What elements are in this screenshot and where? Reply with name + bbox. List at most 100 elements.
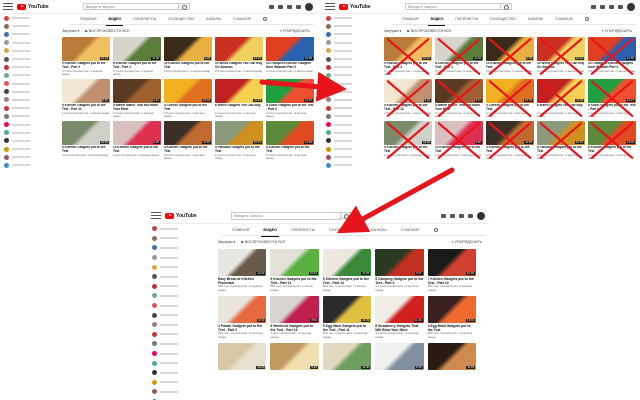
video-thumbnail[interactable]: 8:53 — [270, 296, 319, 323]
subscription-item[interactable] — [148, 358, 182, 368]
video-thumbnail[interactable]: 11:06 — [322, 249, 372, 276]
menu-icon[interactable] — [3, 3, 13, 10]
video-thumbnail[interactable]: 10:40 — [384, 121, 432, 146]
video-thumbnail[interactable]: 11:18 — [215, 79, 263, 104]
video-title[interactable]: 5 Pancake Gadgets put to the Test — [537, 146, 585, 154]
subscription-item[interactable] — [0, 153, 34, 161]
video-title[interactable]: 5 Waffle Maker That Will Blow Your Mind — [435, 104, 483, 112]
video-thumbnail[interactable]: 10:29 — [322, 296, 372, 323]
video-title[interactable]: 8 Sushi Gadgets put to the Test - Part 2 — [266, 104, 314, 112]
video-card[interactable]: 12:27 8 Sushi Gadgets put to the Test - P… — [266, 79, 314, 118]
search-icon[interactable] — [500, 3, 512, 10]
subscription-item[interactable] — [322, 129, 356, 137]
search-input[interactable]: Введите запрос — [404, 3, 501, 10]
video-card[interactable]: 9:12 — [270, 343, 319, 386]
subscription-item[interactable] — [0, 129, 34, 137]
video-card[interactable]: 12:11 4 Potato Gadgets put to the Test - … — [218, 296, 267, 339]
video-card[interactable]: 12:27 8 Sushi Gadgets put to the Test - P… — [588, 79, 636, 118]
subscription-item[interactable] — [0, 120, 34, 128]
subscription-item[interactable] — [0, 145, 34, 153]
video-thumbnail[interactable]: 9:48 — [164, 37, 212, 61]
apps-icon[interactable] — [600, 4, 605, 9]
video-title[interactable] — [323, 371, 371, 379]
subscription-item[interactable] — [322, 145, 356, 153]
video-card[interactable]: 10:40 5 Kitchen Gadgets put to the Test 4 … — [62, 121, 110, 160]
video-title[interactable] — [375, 371, 423, 379]
subscription-item[interactable] — [148, 339, 182, 349]
subscription-item[interactable] — [0, 80, 34, 88]
chat-icon[interactable] — [609, 4, 614, 9]
subscription-item[interactable] — [148, 234, 182, 244]
subscription-item[interactable] — [322, 63, 356, 71]
video-thumbnail[interactable]: 11:20 — [375, 296, 424, 323]
subscription-item[interactable] — [322, 55, 356, 63]
video-thumbnail[interactable]: 12:11 — [218, 296, 267, 323]
menu-icon[interactable] — [325, 3, 335, 10]
channel-search-icon[interactable] — [263, 17, 268, 21]
video-thumbnail[interactable]: 11:02 — [113, 37, 161, 61]
video-card[interactable]: 9:06 10 Kitchen Gadgets put to the Test 3 … — [113, 121, 161, 160]
video-card[interactable]: 10:04 4 Cheese Gadgets put to the Test 3,3… — [486, 79, 534, 118]
tab-5[interactable]: О КАНАЛЕ — [233, 14, 251, 25]
subscription-item[interactable] — [0, 39, 34, 47]
video-thumbnail[interactable]: 9:06 — [113, 121, 161, 146]
tab-3[interactable]: СООБЩЕСТВО — [168, 14, 194, 25]
video-thumbnail[interactable]: 11:18 — [537, 79, 585, 104]
video-card[interactable]: 12:31 10 Weird Gadgets You Can Buy On Ama… — [537, 37, 585, 76]
subscription-item[interactable] — [0, 96, 34, 104]
sort-button[interactable]: ≡ УПОРЯДОЧИТЬ — [602, 29, 632, 33]
channel-search-icon[interactable] — [585, 17, 590, 21]
video-card[interactable]: 10:55 10 Cheapest Kitchen Gadgets from Wa… — [266, 37, 314, 76]
video-thumbnail[interactable]: 10:34 — [270, 249, 319, 276]
subscription-item[interactable] — [322, 161, 356, 168]
video-card[interactable]: 9:31 5 Waffle Maker That Will Blow Your M… — [435, 79, 483, 118]
subscription-item[interactable] — [0, 137, 34, 145]
video-card[interactable]: 11:50 4 Kitchen Gadgets put to the Test 2,… — [164, 121, 212, 160]
search-input[interactable]: Введите запрос — [82, 3, 179, 10]
subscription-item[interactable] — [322, 47, 356, 55]
video-title[interactable]: 4 Cheese Gadgets put to the Test — [164, 104, 212, 112]
video-card[interactable]: 12:02 6 Kitchen Gadgets put to the Test 2,… — [588, 121, 636, 160]
uploads-dropdown[interactable]: Загрузки ▾ — [384, 29, 401, 33]
video-title[interactable]: 5 Kitchen Gadgets put to the Test - Part… — [270, 277, 318, 285]
video-card[interactable]: 12:31 10 Weird Gadgets You Can Buy On Ama… — [215, 37, 263, 76]
subscription-item[interactable] — [322, 14, 356, 22]
video-card[interactable]: 11:18 6 Weird Gadgets You Can Buy 1,6 млн … — [215, 79, 263, 118]
youtube-logo[interactable]: YouTube — [17, 3, 49, 10]
video-thumbnail[interactable]: 10:04 — [164, 79, 212, 104]
apps-icon[interactable] — [450, 213, 455, 218]
video-thumbnail[interactable]: 10:45 — [218, 343, 267, 370]
video-thumbnail[interactable]: 8:20 — [384, 79, 432, 104]
play-all-button[interactable]: ▶ ВОСПРОИЗВЕСТИ ВСЕ — [85, 29, 129, 33]
subscription-item[interactable] — [322, 137, 356, 145]
video-card[interactable]: 11:50 4 Kitchen Gadgets put to the Test 2,… — [486, 121, 534, 160]
video-title[interactable]: 10 Kitchen Gadgets put to the Test — [435, 146, 483, 154]
video-thumbnail[interactable]: 10:15 — [215, 121, 263, 146]
tab-5[interactable]: О КАНАЛЕ — [401, 224, 420, 236]
subscription-item[interactable] — [0, 71, 34, 79]
search-input[interactable]: Введите запрос — [230, 211, 341, 220]
video-card[interactable]: 13:01 4 Egg Mold Gadgets put to the Test 9… — [427, 296, 476, 339]
video-thumbnail[interactable]: 10:10 — [62, 37, 110, 61]
video-thumbnail[interactable]: 10:10 — [384, 37, 432, 61]
subscription-item[interactable] — [0, 104, 34, 112]
tab-0[interactable]: ГЛАВНАЯ — [232, 224, 249, 236]
video-thumbnail[interactable]: 9:31 — [113, 79, 161, 104]
search-icon[interactable] — [340, 212, 352, 219]
video-thumbnail[interactable]: 9:12 — [270, 343, 319, 370]
subscription-item[interactable] — [148, 310, 182, 320]
subscription-item[interactable] — [322, 153, 356, 161]
video-thumbnail[interactable]: 12:02 — [266, 121, 314, 146]
video-title[interactable]: 5 Kitchen Gadgets put to the Test - Part… — [384, 104, 432, 112]
camera-icon[interactable] — [591, 4, 596, 9]
video-card[interactable]: 9:31 5 Waffle Maker That Will Blow Your M… — [113, 79, 161, 118]
video-title[interactable]: 8 Kitchen Gadgets put to the Test - Part… — [435, 62, 483, 70]
video-title[interactable]: 6 Kitchen Gadgets put to the Test — [588, 146, 636, 154]
subscription-item[interactable] — [0, 14, 34, 22]
video-title[interactable]: 7 Kitchen Gadgets put to the Test - Part… — [428, 277, 476, 285]
menu-icon[interactable] — [151, 212, 161, 219]
subscription-item[interactable] — [322, 104, 356, 112]
avatar[interactable] — [627, 2, 635, 11]
subscription-item[interactable] — [0, 55, 34, 63]
video-title[interactable]: 10 Cheapest Kitchen Gadgets from Walmart… — [588, 62, 636, 70]
